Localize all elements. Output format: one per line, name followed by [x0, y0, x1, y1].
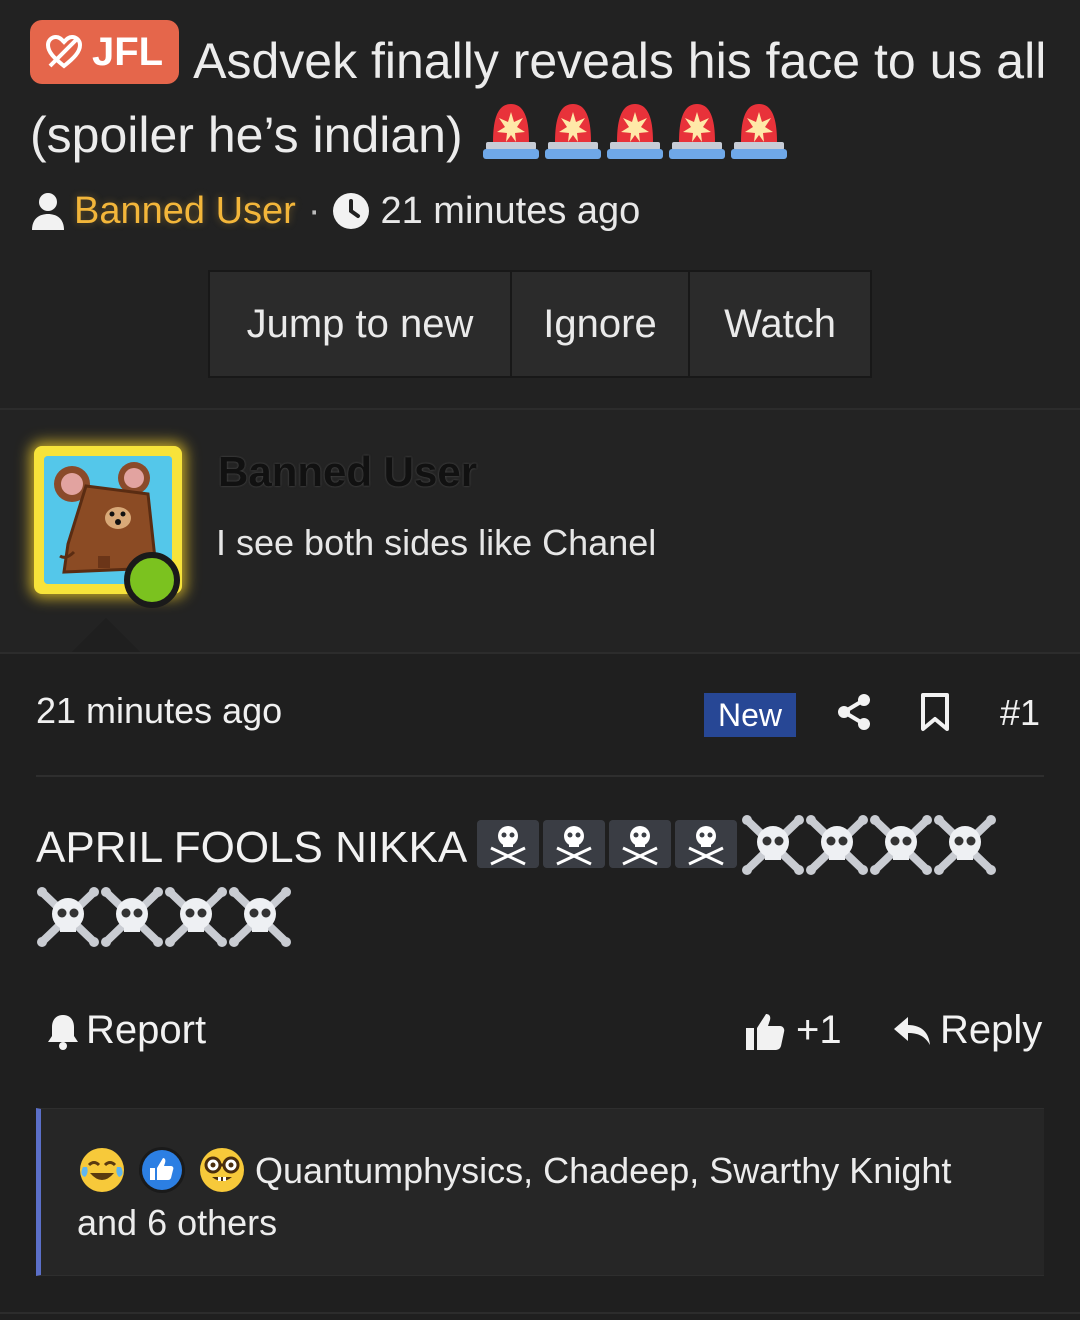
siren-emojis: [477, 104, 787, 163]
skull-bones-icon: [229, 887, 291, 947]
online-status-dot: [124, 552, 180, 608]
siren-icon: [482, 104, 539, 159]
watch-button[interactable]: Watch: [690, 272, 870, 376]
skull-crossbones-icon: [608, 820, 671, 868]
user-title: I see both sides like Chanel: [216, 522, 657, 563]
post-body-text: APRIL FOOLS NIKKA: [36, 823, 465, 872]
reactions-bar[interactable]: Quantumphysics, Chadeep, Swarthy Knight …: [36, 1108, 1044, 1276]
siren-icon: [668, 104, 725, 159]
like-button[interactable]: +1: [744, 1008, 842, 1053]
ignore-button[interactable]: Ignore: [512, 272, 690, 376]
thread-prefix[interactable]: JFL: [30, 20, 180, 84]
skull-bones-icon: [805, 815, 868, 875]
post-pointer: [72, 618, 140, 652]
no-heart-icon: [45, 34, 83, 69]
skull-bones-icon: [741, 815, 804, 875]
share-icon[interactable]: [836, 692, 872, 732]
skull-bones-icon: [165, 887, 227, 947]
post-body: APRIL FOOLS NIKKA: [36, 812, 1046, 956]
skull-bones-icon: [101, 887, 163, 947]
divider: [36, 775, 1044, 777]
bell-icon: [48, 1014, 78, 1050]
report-label: Report: [86, 1008, 207, 1052]
reaction-users-text[interactable]: Quantumphysics, Chadeep, Swarthy Knight …: [77, 1145, 1017, 1249]
siren-icon: [544, 104, 601, 159]
skull-bones-icon: [933, 815, 996, 875]
thread-meta: Banned User · 21 minutes ago: [30, 186, 640, 236]
new-badge: New: [704, 693, 796, 737]
post-author-name[interactable]: Banned User: [218, 448, 477, 496]
thread-author-link[interactable]: Banned User: [74, 190, 296, 233]
reply-button[interactable]: Reply: [892, 1008, 1042, 1053]
prefix-label: JFL: [92, 30, 164, 74]
thread-title: JFL Asdvek finally reveals his face to u…: [30, 20, 1050, 172]
siren-icon: [606, 104, 663, 159]
skull-crossbones-icon: [542, 820, 605, 868]
skull-bones-icon: [869, 815, 932, 875]
thumbs-up-icon: [746, 1013, 785, 1050]
user-icon: [32, 193, 64, 230]
bookmark-icon[interactable]: [918, 692, 952, 732]
reply-label: Reply: [940, 1008, 1043, 1052]
thread-action-buttons: Jump to new Ignore Watch: [208, 270, 872, 378]
post-number-link[interactable]: #1: [1000, 692, 1040, 734]
report-button[interactable]: Report: [46, 1008, 206, 1053]
divider: [0, 1312, 1080, 1314]
skull-bones-icon: [37, 887, 99, 947]
like-count: +1: [796, 1008, 842, 1052]
skull-crossbones-icon: [674, 820, 737, 868]
post-time[interactable]: 21 minutes ago: [36, 690, 282, 732]
clock-icon: [333, 193, 370, 229]
skull-crossbones-icon: [476, 820, 539, 868]
thread-header: JFL Asdvek finally reveals his face to u…: [0, 0, 1080, 408]
thread-time[interactable]: 21 minutes ago: [380, 190, 640, 233]
reply-icon: [894, 1016, 930, 1045]
meta-separator: ·: [307, 189, 321, 232]
divider: [0, 652, 1080, 654]
jump-to-new-button[interactable]: Jump to new: [210, 272, 512, 376]
siren-icon: [730, 104, 787, 159]
